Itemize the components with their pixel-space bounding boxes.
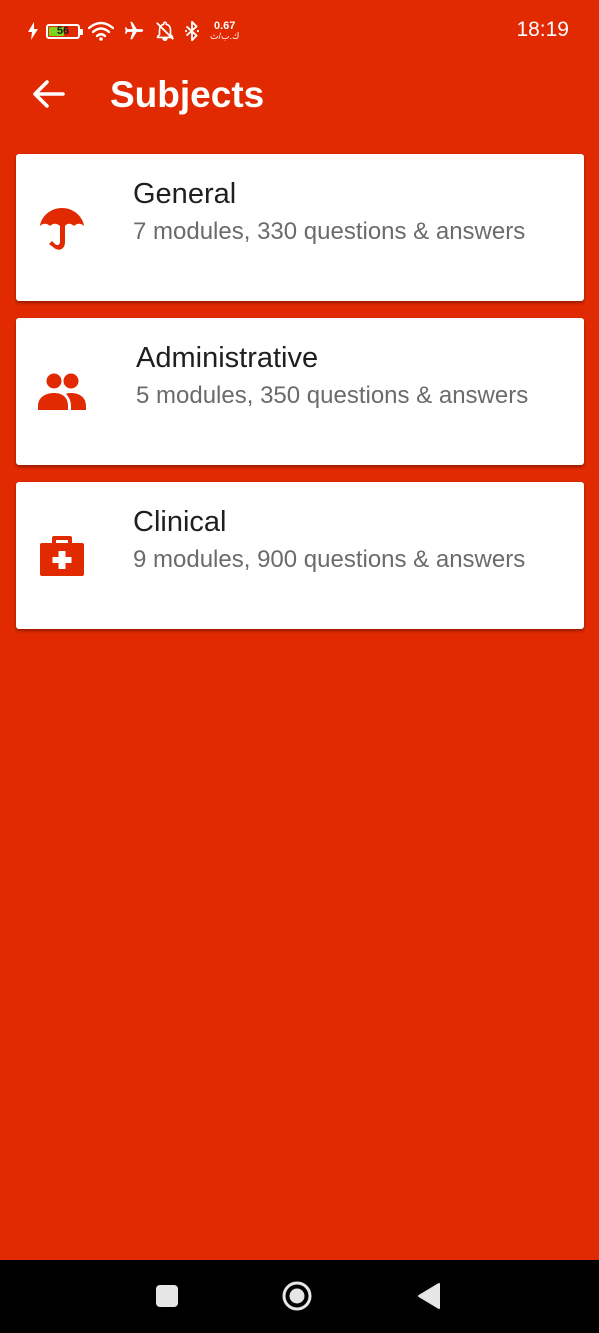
triangle-back-icon (416, 1282, 442, 1315)
recents-button[interactable] (147, 1278, 187, 1318)
app-bar: Subjects (0, 60, 599, 134)
subject-card-general[interactable]: General 7 modules, 330 questions & answe… (16, 154, 584, 301)
airplane-mode-icon (122, 20, 146, 42)
battery-icon: 56 (46, 23, 83, 39)
network-speed-unit: ك.ب/ث (210, 31, 240, 41)
circle-icon (281, 1280, 313, 1317)
arrow-left-icon (31, 79, 65, 114)
bluetooth-icon (184, 20, 200, 42)
subject-subtitle: 9 modules, 900 questions & answers (133, 546, 526, 573)
charging-icon (28, 22, 38, 40)
subject-card-clinical[interactable]: Clinical 9 modules, 900 questions & answ… (16, 482, 584, 629)
wifi-icon (88, 21, 114, 41)
subject-subtitle: 5 modules, 350 questions & answers (136, 382, 529, 409)
network-speed: 0.67 ك.ب/ث (210, 21, 239, 41)
system-nav-bar (0, 1260, 599, 1333)
medical-kit-icon (36, 530, 88, 582)
battery-level: 56 (56, 24, 70, 37)
subject-title: Clinical (133, 506, 227, 538)
subject-subtitle: 7 modules, 330 questions & answers (133, 218, 526, 245)
subject-title: Administrative (136, 342, 319, 374)
subject-card-administrative[interactable]: Administrative 5 modules, 350 questions … (16, 318, 584, 465)
home-button[interactable] (277, 1278, 317, 1318)
people-icon (36, 366, 88, 418)
system-back-button[interactable] (409, 1278, 449, 1318)
status-icons: 56 0.67 ك.ب/ث (28, 17, 239, 45)
bell-muted-icon (154, 20, 176, 42)
subject-list: General 7 modules, 330 questions & answe… (16, 154, 584, 646)
status-clock: 18:19 (516, 18, 569, 41)
page-title: Subjects (110, 74, 265, 115)
back-button[interactable] (22, 73, 74, 119)
status-bar: 56 0.67 ك.ب/ث 18:19 (0, 0, 599, 60)
umbrella-icon (36, 202, 88, 254)
subject-title: General (133, 178, 237, 210)
square-icon (155, 1284, 179, 1313)
